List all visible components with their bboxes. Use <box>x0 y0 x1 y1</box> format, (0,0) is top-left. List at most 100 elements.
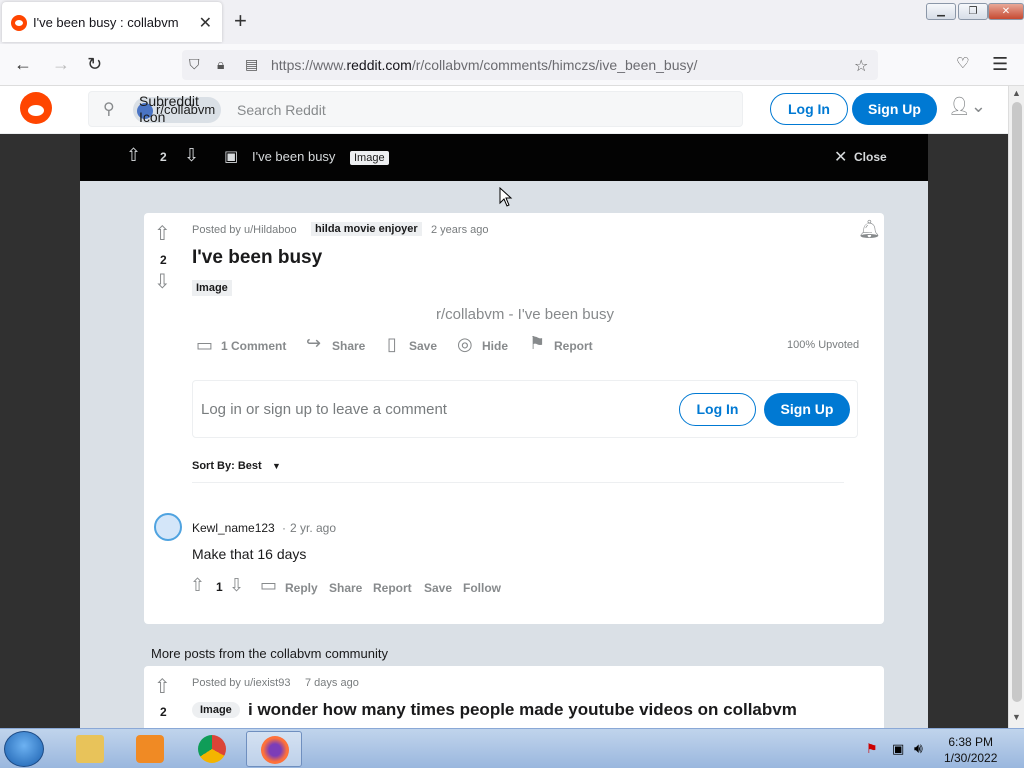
more-post-title[interactable]: i wonder how many times people made yout… <box>248 700 797 720</box>
comment-signup-button[interactable]: Sign Up <box>764 393 850 426</box>
more-post-author[interactable]: Posted by u/iexist93 <box>192 677 290 689</box>
firefox-icon <box>261 736 289 764</box>
comment-separator: · <box>282 521 286 535</box>
post-downvote-icon[interactable]: ⇩ <box>154 269 171 294</box>
post-image-alt[interactable]: r/collabvm - I've been busy <box>436 306 614 323</box>
sort-dropdown[interactable]: Sort By: Best <box>192 460 262 472</box>
comment-text: Make that 16 days <box>192 546 307 562</box>
comment-report-button[interactable]: Report <box>373 581 412 595</box>
topbar-vote-count: 2 <box>160 150 167 164</box>
search-icon: ⚲ <box>103 101 115 118</box>
start-button[interactable] <box>4 731 44 767</box>
report-icon[interactable]: ⚑ <box>529 333 545 354</box>
reader-view-icon[interactable]: ▤ <box>245 56 258 73</box>
notification-bell-icon[interactable]: 🔔︎ <box>858 219 881 240</box>
tracking-shield-icon[interactable]: ⛉ <box>189 56 200 73</box>
pocket-icon[interactable]: ♡ <box>956 54 969 72</box>
comment-upvote-icon[interactable]: ⇧ <box>190 575 205 596</box>
post-top-bar: ⇧ 2 ⇩ ▣ I've been busy Image ✕ Close <box>80 134 928 181</box>
comment-icon[interactable]: ▭ <box>196 335 213 356</box>
more-post-flair[interactable]: Image <box>192 702 240 718</box>
comment-age: 2 yr. ago <box>290 521 337 535</box>
comment-login-box: Log in or sign up to leave a comment Log… <box>192 380 858 438</box>
upvote-icon[interactable]: ⇧ <box>126 145 141 166</box>
user-menu-icon[interactable]: 👤︎⌄ <box>948 96 986 117</box>
scroll-down-arrow-icon[interactable]: ▼ <box>1012 712 1021 722</box>
post-upvote-icon[interactable]: ⇧ <box>154 221 171 246</box>
windows-taskbar: ⚑ ▣ 🔊︎ 6:38 PM 1/30/2022 <box>0 728 1024 768</box>
media-player-icon <box>136 735 164 763</box>
page-scrollbar[interactable]: ▲ ▼ <box>1008 86 1024 728</box>
scroll-thumb[interactable] <box>1012 102 1022 702</box>
scroll-up-arrow-icon[interactable]: ▲ <box>1012 88 1021 98</box>
more-upvote-icon[interactable]: ⇧ <box>154 674 171 699</box>
network-icon[interactable]: ▣ <box>892 741 904 757</box>
more-posts-heading: More posts from the collabvm community <box>151 646 388 661</box>
chrome-icon <box>198 735 226 763</box>
taskbar-firefox[interactable] <box>246 731 302 767</box>
browser-tab[interactable]: I've been busy : collabvm ✕ <box>2 2 222 42</box>
post-title: I've been busy <box>192 247 323 268</box>
forward-icon[interactable]: → <box>52 54 70 75</box>
action-center-icon[interactable]: ⚑ <box>866 741 878 757</box>
volume-icon[interactable]: 🔊︎ <box>914 740 923 757</box>
hide-icon[interactable]: ◎ <box>457 334 473 355</box>
save-icon[interactable]: ▯ <box>387 334 397 355</box>
more-post-age: 7 days ago <box>305 677 359 689</box>
system-clock[interactable]: 6:38 PM 1/30/2022 <box>944 734 997 766</box>
minimize-button[interactable]: ▁ <box>926 3 956 20</box>
login-button[interactable]: Log In <box>770 93 848 125</box>
report-button[interactable]: Report <box>554 339 593 353</box>
reload-icon[interactable]: ↻ <box>87 54 102 75</box>
upvote-percentage: 100% Upvoted <box>787 339 860 351</box>
topbar-title: I've been busy <box>252 149 336 164</box>
comment-save-button[interactable]: Save <box>424 581 452 595</box>
downvote-icon[interactable]: ⇩ <box>184 145 199 166</box>
close-tab-icon[interactable]: ✕ <box>199 13 212 33</box>
url-text[interactable]: https://www.reddit.com/r/collabvm/commen… <box>271 57 697 73</box>
save-button[interactable]: Save <box>409 339 437 353</box>
new-tab-icon[interactable]: + <box>234 8 247 34</box>
divider <box>192 482 844 483</box>
close-button[interactable]: Close <box>854 150 887 164</box>
user-flair: hilda movie enjoyer <box>311 222 422 236</box>
post-card: ⇧ 2 ⇩ Posted by u/Hildaboo hilda movie e… <box>144 213 884 624</box>
hide-button[interactable]: Hide <box>482 339 508 353</box>
more-vote-count: 2 <box>160 705 167 719</box>
browser-navbar: ← → ↻ ⛉ 🔒︎ ▤ https://www.reddit.com/r/co… <box>0 44 1024 86</box>
more-post-card[interactable]: ⇧ 2 Posted by u/iexist93 7 days ago Imag… <box>144 666 884 728</box>
back-icon[interactable]: ← <box>14 54 32 75</box>
post-vote-count: 2 <box>160 253 167 267</box>
taskbar-explorer[interactable] <box>62 731 118 767</box>
reddit-logo-icon[interactable] <box>20 92 52 124</box>
sort-caret-icon[interactable]: ▼ <box>272 461 281 471</box>
tab-title: I've been busy : collabvm <box>33 15 179 30</box>
post-author[interactable]: Posted by u/Hildaboo <box>192 224 297 236</box>
taskbar-media-player[interactable] <box>122 731 178 767</box>
share-button[interactable]: Share <box>332 339 365 353</box>
url-bar[interactable]: ⛉ 🔒︎ ▤ https://www.reddit.com/r/collabvm… <box>182 50 878 80</box>
bookmark-star-icon[interactable]: ☆ <box>854 56 868 76</box>
taskbar-chrome[interactable] <box>184 731 240 767</box>
comment-author[interactable]: Kewl_name123 <box>192 521 275 535</box>
reply-icon[interactable]: ▭ <box>260 575 277 596</box>
menu-icon[interactable]: ☰ <box>992 54 1008 75</box>
window-close-button[interactable]: ✕ <box>988 3 1024 20</box>
reply-button[interactable]: Reply <box>285 581 318 595</box>
signup-button[interactable]: Sign Up <box>852 93 937 125</box>
close-icon[interactable]: ✕ <box>834 147 847 167</box>
comments-button[interactable]: 1 Comment <box>221 339 286 353</box>
comment-follow-button[interactable]: Follow <box>463 581 501 595</box>
search-input[interactable]: Search Reddit <box>237 102 326 118</box>
reddit-header: ⚲ r/collabvm Subreddit Icon Search Reddi… <box>0 86 1008 134</box>
comment-share-button[interactable]: Share <box>329 581 362 595</box>
lock-icon[interactable]: 🔒︎ <box>217 56 224 73</box>
search-bar[interactable]: ⚲ r/collabvm Subreddit Icon Search Reddi… <box>88 91 743 127</box>
comment-downvote-icon[interactable]: ⇩ <box>229 575 244 596</box>
comment-avatar[interactable] <box>154 513 182 541</box>
comment-login-button[interactable]: Log In <box>679 393 756 426</box>
subreddit-icon-alt-text: Subreddit Icon <box>139 93 199 125</box>
post-flair[interactable]: Image <box>192 280 232 296</box>
maximize-button[interactable]: ❐ <box>958 3 988 20</box>
share-icon[interactable]: ↪ <box>306 333 321 354</box>
